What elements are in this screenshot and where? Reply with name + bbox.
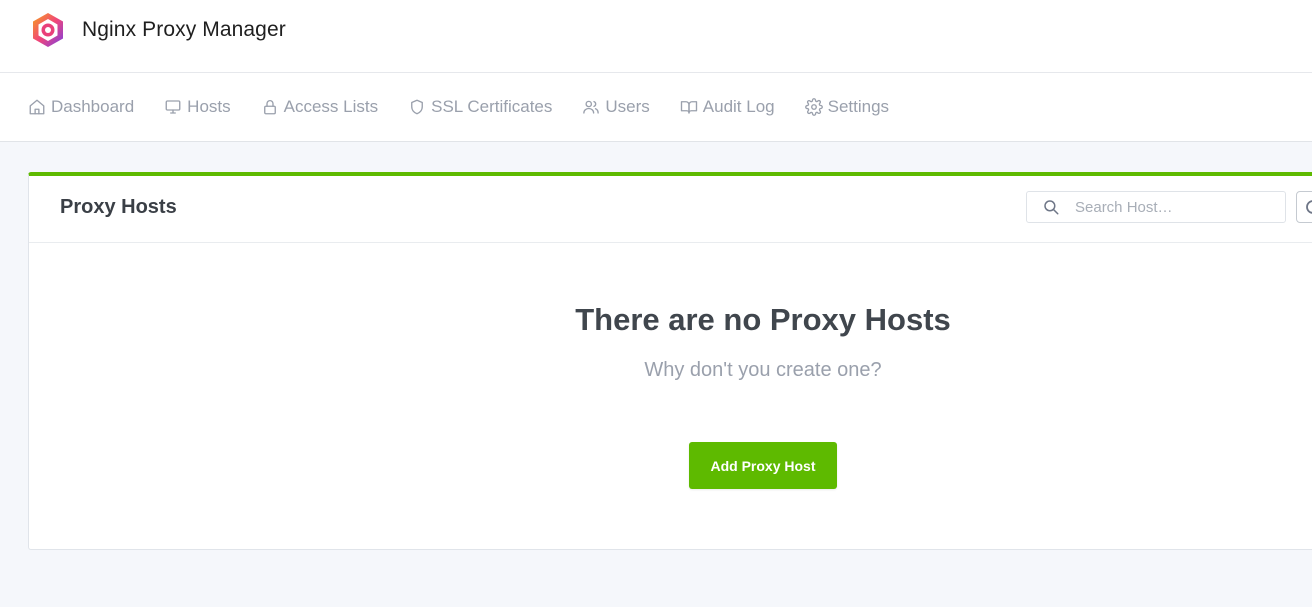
users-icon	[583, 100, 600, 114]
nav-item-hosts[interactable]: Hosts	[164, 97, 231, 117]
top-header: Nginx Proxy Manager	[0, 0, 1312, 73]
partial-circle-icon	[1306, 200, 1312, 214]
nav-item-access-lists[interactable]: Access Lists	[261, 97, 378, 117]
shield-icon	[411, 99, 424, 115]
hexagon-logo-icon	[33, 13, 63, 47]
home-icon	[29, 99, 45, 115]
nav-label-ssl-certificates: SSL Certificates	[431, 97, 553, 116]
nav-label-hosts: Hosts	[187, 97, 231, 116]
card-header: Proxy Hosts	[29, 176, 1312, 243]
search-box[interactable]	[1026, 191, 1286, 223]
nav-list: Dashboard Hosts Access Lists SSL Certifi…	[28, 73, 919, 141]
card-title: Proxy Hosts	[60, 196, 177, 218]
empty-state-title: There are no Proxy Hosts	[575, 302, 951, 337]
nav-label-access-lists: Access Lists	[283, 97, 379, 116]
search-icon	[1044, 200, 1059, 215]
book-icon	[680, 101, 697, 114]
monitor-icon	[165, 100, 181, 114]
nav-item-users[interactable]: Users	[582, 97, 650, 117]
search-input[interactable]	[1075, 198, 1275, 216]
proxy-hosts-card: Proxy Hosts There are no Proxy Hosts Why…	[28, 172, 1312, 550]
brand[interactable]: Nginx Proxy Manager	[30, 11, 286, 49]
nav-label-settings: Settings	[827, 97, 890, 116]
nav-item-ssl-certificates[interactable]: SSL Certificates	[408, 97, 552, 117]
add-proxy-host-button[interactable]: Add Proxy Host	[689, 442, 837, 489]
lock-icon	[263, 100, 276, 115]
nav-label-audit-log: Audit Log	[702, 97, 775, 116]
nav-item-audit-log[interactable]: Audit Log	[680, 97, 775, 117]
header-action-button[interactable]	[1296, 191, 1312, 223]
gear-icon	[804, 98, 823, 116]
nav-label-users: Users	[605, 97, 650, 116]
nav-item-settings[interactable]: Settings	[804, 97, 890, 117]
nav-item-dashboard[interactable]: Dashboard	[28, 97, 134, 117]
empty-state-subtitle: Why don't you create one?	[644, 359, 882, 381]
main-nav: Dashboard Hosts Access Lists SSL Certifi…	[0, 73, 1312, 142]
app-title: Nginx Proxy Manager	[82, 18, 286, 41]
nav-label-dashboard: Dashboard	[51, 97, 135, 116]
